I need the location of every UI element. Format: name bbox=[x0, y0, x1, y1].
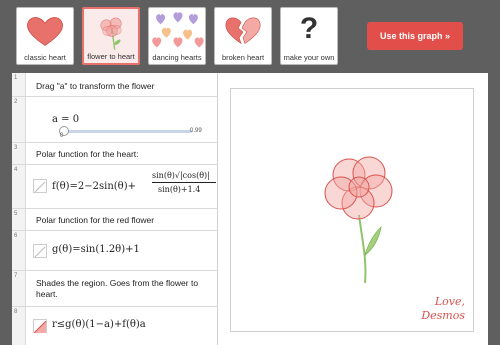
row-number: 1 bbox=[14, 75, 18, 81]
expression-row-1[interactable]: 1 Drag "a" to transform the flower bbox=[12, 73, 218, 97]
row-gutter: 1 bbox=[12, 73, 26, 96]
expression-row-7[interactable]: 7 Shades the region. Goes from the flowe… bbox=[12, 271, 218, 307]
thumb-dancing-hearts[interactable]: dancing hearts bbox=[148, 7, 206, 65]
dancing-hearts-icon bbox=[152, 12, 204, 48]
signature-line-2: Desmos bbox=[421, 309, 465, 322]
note-text: Drag "a" to transform the flower bbox=[36, 81, 155, 91]
expression-list: 1 Drag "a" to transform the flower 2 a =… bbox=[12, 73, 218, 345]
signature-line-1: Love, bbox=[434, 295, 465, 308]
row-gutter: 2 bbox=[12, 97, 26, 142]
row-number: 4 bbox=[14, 167, 18, 173]
note-text: Polar function for the red flower bbox=[36, 215, 155, 225]
thumb-label: make your own bbox=[283, 53, 335, 62]
row-gutter: 6 bbox=[12, 231, 26, 270]
flower-icon bbox=[100, 17, 122, 50]
row-number: 2 bbox=[14, 99, 18, 105]
signature: Love, Desmos bbox=[421, 295, 465, 323]
question-mark-icon: ? bbox=[299, 12, 319, 45]
row-number: 3 bbox=[14, 145, 18, 151]
calculator-panel: 1 Drag "a" to transform the flower 2 a =… bbox=[12, 73, 488, 345]
use-this-graph-button[interactable]: Use this graph » bbox=[367, 22, 463, 50]
region-inequality[interactable]: r≤g(θ)(1−a)+f(θ)a bbox=[52, 319, 146, 330]
expression-row-4[interactable]: 4 f(θ)=2−2sin(θ)+ sin(θ)√|cos(θ)| sin(θ)… bbox=[12, 165, 218, 209]
fraction-numerator: sin(θ)√|cos(θ)| bbox=[152, 171, 210, 180]
thumb-label: dancing hearts bbox=[152, 53, 202, 62]
note-text: Shades the region. Goes from the flower … bbox=[36, 278, 199, 299]
shade-style-icon bbox=[33, 320, 47, 334]
thumb-label: broken heart bbox=[221, 53, 265, 62]
thumb-classic-heart[interactable]: classic heart bbox=[16, 7, 74, 65]
graph-style-swatch[interactable] bbox=[33, 244, 47, 258]
fraction-bar bbox=[152, 182, 216, 183]
row-gutter: 3 bbox=[12, 143, 26, 164]
graph-style-swatch[interactable] bbox=[33, 179, 47, 193]
slider-track[interactable] bbox=[62, 130, 192, 133]
flower-function[interactable]: g(θ)=sin(1.2θ)+1 bbox=[52, 244, 140, 255]
row-gutter: 5 bbox=[12, 209, 26, 230]
thumb-flower-to-heart[interactable]: flower to heart bbox=[82, 7, 140, 65]
row-number: 5 bbox=[14, 211, 18, 217]
note-text: Polar function for the heart: bbox=[36, 149, 139, 159]
expression-row-3[interactable]: 3 Polar function for the heart: bbox=[12, 143, 218, 165]
heart-function[interactable]: f(θ)=2−2sin(θ)+ bbox=[52, 181, 136, 192]
broken-heart-icon bbox=[225, 17, 261, 45]
graph-style-swatch[interactable] bbox=[33, 319, 47, 334]
row-gutter: 8 bbox=[12, 307, 26, 345]
heart-icon bbox=[27, 17, 63, 46]
expression-row-2[interactable]: 2 a = 0 bbox=[12, 97, 218, 143]
line-style-icon bbox=[34, 246, 46, 258]
slider-expression[interactable]: a = 0 bbox=[52, 114, 79, 125]
thumb-broken-heart[interactable]: broken heart bbox=[214, 7, 272, 65]
thumb-label: classic heart bbox=[24, 53, 66, 62]
thumb-make-your-own[interactable]: ? make your own bbox=[280, 7, 338, 65]
row-gutter: 4 bbox=[12, 165, 26, 208]
row-gutter: 7 bbox=[12, 271, 26, 306]
fraction-denominator: sin(θ)+1.4 bbox=[158, 185, 201, 194]
slider-min: 0 bbox=[60, 133, 64, 139]
slider-max: 0.99 bbox=[190, 128, 202, 134]
row-number: 7 bbox=[14, 273, 18, 279]
thumb-label: flower to heart bbox=[87, 52, 135, 61]
line-style-icon bbox=[34, 181, 46, 193]
expression-row-6[interactable]: 6 g(θ)=sin(1.2θ)+1 bbox=[12, 231, 218, 271]
expression-row-8[interactable]: 8 r≤g(θ)(1−a)+f(θ)a bbox=[12, 307, 218, 345]
graph-canvas[interactable]: Love, Desmos bbox=[230, 88, 474, 332]
row-number: 8 bbox=[14, 309, 18, 315]
expression-row-5[interactable]: 5 Polar function for the red flower bbox=[12, 209, 218, 231]
row-number: 6 bbox=[14, 233, 18, 239]
